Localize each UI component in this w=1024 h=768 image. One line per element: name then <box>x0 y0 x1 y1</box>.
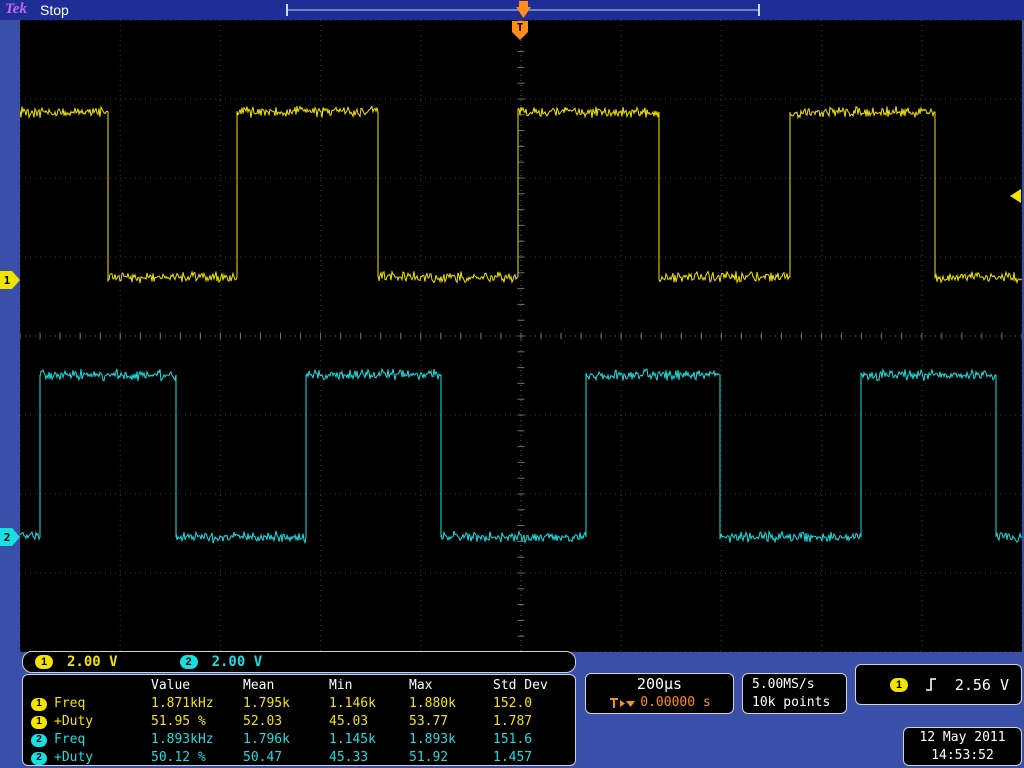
meas-stddev: 1.787 <box>493 713 575 731</box>
measurement-header-row: Value Mean Min Max Std Dev <box>23 677 575 695</box>
ch1-badge: 1 <box>35 655 53 669</box>
measurement-row-ch1-freq: 1 Freq 1.871kHz 1.795k 1.146k 1.880k 152.… <box>23 695 575 713</box>
scope-display <box>20 20 1022 652</box>
svg-text:T: T <box>517 21 524 34</box>
ch1-scale-value: 2.00 V <box>67 654 118 670</box>
meas-value: 1.871kHz <box>151 695 243 713</box>
meas-stddev: 1.457 <box>493 749 575 767</box>
measurement-row-ch2-duty: 2 +Duty 50.12 % 50.47 45.33 51.92 1.457 <box>23 749 575 767</box>
record-length: 10k points <box>752 694 846 712</box>
date-value: 12 May 2011 <box>904 729 1021 747</box>
meas-max: 1.880k <box>409 695 493 713</box>
meas-value: 1.893kHz <box>151 731 243 749</box>
meas-name: +Duty <box>54 713 93 731</box>
measurement-panel: Value Mean Min Max Std Dev 1 Freq 1.871kH… <box>22 674 576 766</box>
trigger-delay-value: 0.00000 s <box>640 694 710 712</box>
meas-name: Freq <box>54 731 85 749</box>
measurement-row-ch1-duty: 1 +Duty 51.95 % 52.03 45.03 53.77 1.787 <box>23 713 575 731</box>
meas-mean: 50.47 <box>243 749 329 767</box>
meas-name: Freq <box>54 695 85 713</box>
ch2-badge: 2 <box>180 655 198 669</box>
trigger-delay-icon <box>608 697 636 710</box>
meas-min: 45.33 <box>329 749 409 767</box>
meas-mean: 52.03 <box>243 713 329 731</box>
col-stddev: Std Dev <box>493 677 575 695</box>
trigger-level-marker-icon <box>1007 189 1022 203</box>
meas-max: 1.893k <box>409 731 493 749</box>
rising-edge-icon <box>924 676 938 693</box>
acquisition-readout: 5.00MS/s 10k points <box>742 673 847 714</box>
record-view-bar <box>283 1 763 19</box>
meas-name: +Duty <box>54 749 93 767</box>
trigger-level-value: 2.56 V <box>955 676 1009 694</box>
svg-text:2: 2 <box>4 531 11 544</box>
col-mean: Mean <box>243 677 329 695</box>
measurement-row-ch2-freq: 2 Freq 1.893kHz 1.796k 1.145k 1.893k 151.… <box>23 731 575 749</box>
vertical-scale-readout: 1 2.00 V 2 2.00 V <box>22 651 576 673</box>
meas-stddev: 152.0 <box>493 695 575 713</box>
top-status-bar: Tek Stop <box>0 0 1024 20</box>
ch2-scale-value: 2.00 V <box>212 654 263 670</box>
col-value: Value <box>151 677 243 695</box>
horizontal-readout: 200µs 0.00000 s <box>585 673 734 714</box>
meas-min: 45.03 <box>329 713 409 731</box>
meas-min: 1.145k <box>329 731 409 749</box>
time-value: 14:53:52 <box>904 747 1021 765</box>
meas-max: 51.92 <box>409 749 493 767</box>
meas-mean: 1.796k <box>243 731 329 749</box>
meas-max: 53.77 <box>409 713 493 731</box>
trigger-source-badge: 1 <box>890 678 908 692</box>
meas-value: 50.12 % <box>151 749 243 767</box>
svg-text:1: 1 <box>4 274 11 287</box>
ch1-position-marker-icon: 1 <box>0 271 21 289</box>
waveform-graticule <box>20 20 1022 652</box>
col-min: Min <box>329 677 409 695</box>
ch2-position-marker-icon: 2 <box>0 528 21 546</box>
record-trigger-marker-icon <box>519 1 528 7</box>
ch2-badge: 2 <box>31 752 47 765</box>
trigger-readout: 1 2.56 V <box>855 664 1022 705</box>
datetime-readout: 12 May 2011 14:53:52 <box>903 727 1022 766</box>
timebase-scale: 200µs <box>586 674 733 694</box>
ch2-badge: 2 <box>31 734 47 747</box>
ch1-badge: 1 <box>31 716 47 729</box>
trigger-position-flag-icon: T <box>511 21 529 41</box>
col-max: Max <box>409 677 493 695</box>
meas-stddev: 151.6 <box>493 731 575 749</box>
meas-value: 51.95 % <box>151 713 243 731</box>
tek-logo: Tek <box>5 1 27 18</box>
meas-min: 1.146k <box>329 695 409 713</box>
meas-mean: 1.795k <box>243 695 329 713</box>
acquisition-status: Stop <box>40 2 69 18</box>
ch1-badge: 1 <box>31 698 47 711</box>
sample-rate: 5.00MS/s <box>752 676 846 694</box>
